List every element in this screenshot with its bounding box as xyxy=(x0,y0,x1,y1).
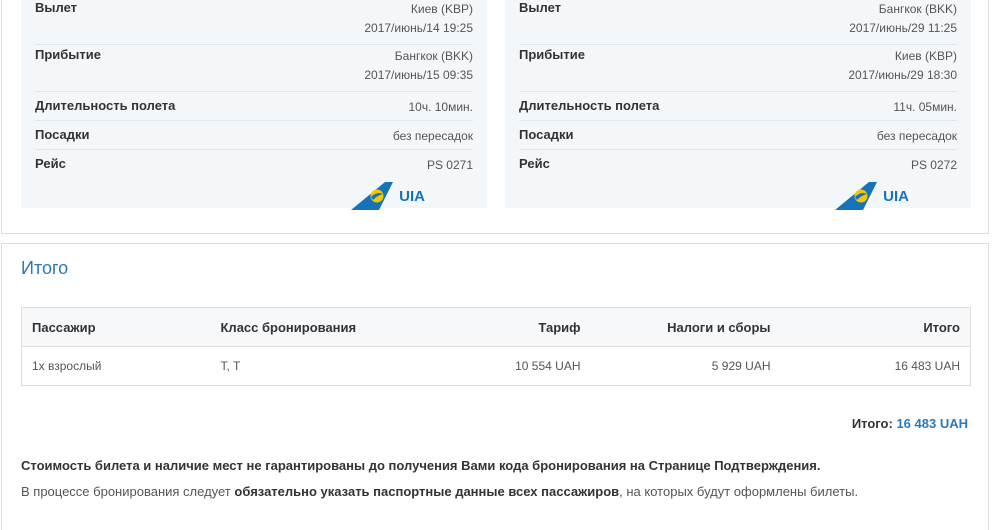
totals-header-row: Пассажир Класс бронирования Тариф Налоги… xyxy=(21,307,971,347)
airline-logo-text: UIA xyxy=(883,187,909,205)
flights-panel: Вылет Киев (KBP) 2017/июнь/14 19:25 Приб… xyxy=(1,0,989,234)
duration-value: 10ч. 10мин. xyxy=(408,100,473,114)
grand-total: Итого: 16 483 UAH xyxy=(852,416,968,431)
duration-label: Длительность полета xyxy=(519,98,660,113)
column-header-class: Класс бронирования xyxy=(210,307,431,347)
stops-value: без пересадок xyxy=(392,129,473,143)
uia-tail-logo-icon xyxy=(835,182,878,210)
departure-label: Вылет xyxy=(519,0,562,15)
airline-logo: UIA xyxy=(349,181,473,211)
totals-table: Пассажир Класс бронирования Тариф Налоги… xyxy=(21,307,971,386)
duration-row: Длительность полета 10ч. 10мин. xyxy=(35,92,473,121)
duration-row: Длительность полета 11ч. 05мин. xyxy=(519,92,957,121)
arrival-row: Прибытие Бангкок (BKK) 2017/июнь/15 09:3… xyxy=(35,45,473,92)
flight-number-row: Рейс PS 0271 UIA xyxy=(35,150,473,216)
summary-panel: Итого Пассажир Класс бронирования Тариф … xyxy=(1,243,989,530)
flight-number-row: Рейс PS 0272 UIA xyxy=(519,150,957,216)
passport-notice-bold: обязательно указать паспортные данные вс… xyxy=(234,484,620,499)
arrival-label: Прибытие xyxy=(519,47,585,62)
grand-total-value: 16 483 UAH xyxy=(896,416,968,431)
stops-row: Посадки без пересадок xyxy=(519,121,957,150)
grand-total-label: Итого: xyxy=(851,416,893,431)
stops-row: Посадки без пересадок xyxy=(35,121,473,150)
column-header-taxes: Налоги и сборы xyxy=(590,307,781,347)
departure-row: Вылет Бангкок (BKK) 2017/июнь/29 11:25 xyxy=(519,0,957,45)
passport-notice-pre: В процессе бронирования следует xyxy=(21,484,235,499)
departure-city: Киев (KBP) xyxy=(410,2,473,16)
departure-time: 2017/июнь/29 11:25 xyxy=(849,21,957,35)
departure-label: Вылет xyxy=(35,0,78,15)
cell-class: T, T xyxy=(220,359,241,373)
cell-total: 16 483 UAH xyxy=(894,359,960,373)
column-header-total: Итого xyxy=(780,307,971,347)
stops-value: без пересадок xyxy=(876,129,957,143)
cell-taxes: 5 929 UAH xyxy=(711,359,771,373)
arrival-row: Прибытие Киев (KBP) 2017/июнь/29 18:30 xyxy=(519,45,957,92)
arrival-label: Прибытие xyxy=(35,47,101,62)
uia-tail-logo-icon xyxy=(351,182,394,210)
passport-notice: В процессе бронирования следует обязател… xyxy=(21,484,858,499)
price-notice: Стоимость билета и наличие мест не гаран… xyxy=(21,458,821,473)
duration-label: Длительность полета xyxy=(35,98,176,113)
passport-notice-post: , на которых будут оформлены билеты. xyxy=(619,484,859,499)
flight-label: Рейс xyxy=(519,156,550,171)
arrival-time: 2017/июнь/15 09:35 xyxy=(364,68,473,82)
summary-title: Итого xyxy=(21,258,69,278)
flight-card-return: Вылет Бангкок (BKK) 2017/июнь/29 11:25 П… xyxy=(505,0,971,210)
arrival-city: Бангкок (BKK) xyxy=(394,49,473,63)
arrival-value: Киев (KBP) 2017/июнь/29 18:30 xyxy=(848,47,957,91)
stops-label: Посадки xyxy=(35,127,90,142)
flight-number: PS 0272 xyxy=(910,158,957,172)
departure-time: 2017/июнь/14 19:25 xyxy=(364,21,473,35)
flight-card-outbound: Вылет Киев (KBP) 2017/июнь/14 19:25 Приб… xyxy=(21,0,487,210)
flight-label: Рейс xyxy=(35,156,66,171)
flight-number: PS 0271 xyxy=(426,158,473,172)
duration-value: 11ч. 05мин. xyxy=(893,100,957,114)
departure-value: Бангкок (BKK) 2017/июнь/29 11:25 xyxy=(849,0,957,44)
airline-logo-text: UIA xyxy=(399,187,425,205)
arrival-time: 2017/июнь/29 18:30 xyxy=(848,68,957,82)
cell-passenger: 1x взрослый xyxy=(32,359,102,373)
column-header-passenger: Пассажир xyxy=(21,307,211,347)
column-header-fare: Тариф xyxy=(430,307,591,347)
table-row: 1x взрослый T, T 10 554 UAH 5 929 UAH 16… xyxy=(22,347,971,386)
arrival-city: Киев (KBP) xyxy=(894,49,957,63)
departure-row: Вылет Киев (KBP) 2017/июнь/14 19:25 xyxy=(35,0,473,45)
cell-fare: 10 554 UAH xyxy=(515,359,581,373)
stops-label: Посадки xyxy=(519,127,574,142)
departure-value: Киев (KBP) 2017/июнь/14 19:25 xyxy=(364,0,473,44)
airline-logo: UIA xyxy=(833,181,957,211)
arrival-value: Бангкок (BKK) 2017/июнь/15 09:35 xyxy=(364,47,473,91)
departure-city: Бангкок (BKK) xyxy=(878,2,957,16)
